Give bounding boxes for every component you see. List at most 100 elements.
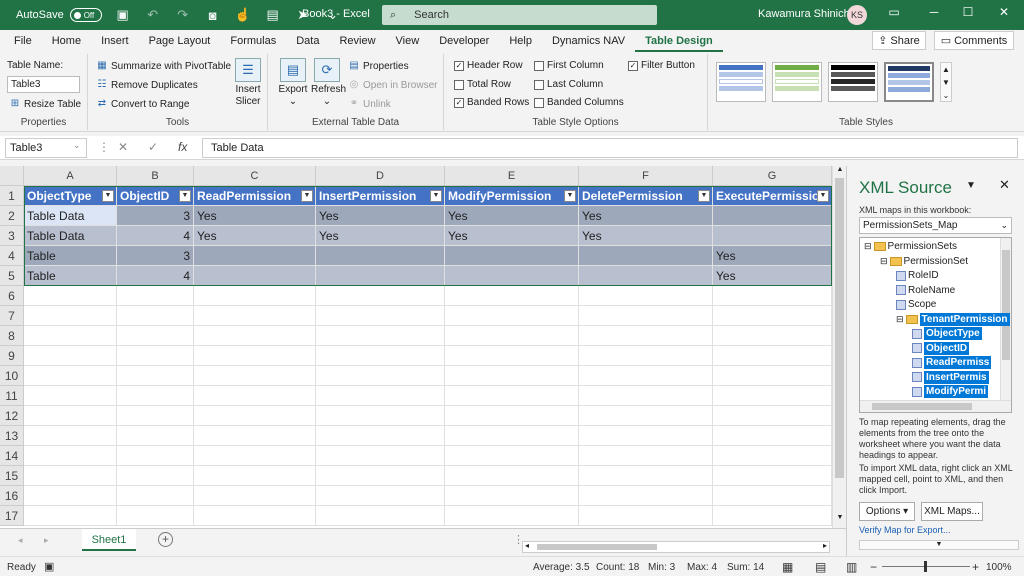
tab-file[interactable]: File [0,30,42,52]
xml-tree-node[interactable]: ⊟ PermissionSet [880,255,968,268]
refresh-button[interactable]: ⟳ Refresh ⌄ [311,58,346,108]
filter-dropdown-icon[interactable]: ▼ [698,190,710,202]
empty-cell[interactable] [117,446,194,466]
horizontal-scrollbar[interactable]: ◂ ▸ [522,541,830,553]
last-column-checkbox[interactable]: Last Column [534,79,603,90]
table-header-cell[interactable]: ObjectType ▼ [24,186,117,206]
zoom-level[interactable]: 100% [986,562,1012,573]
collapse-icon[interactable]: ⊟ [880,255,888,268]
table-header-cell[interactable]: ExecutePermission ▼ [713,186,832,206]
filter-dropdown-icon[interactable]: ▼ [102,190,114,202]
empty-cell[interactable] [117,346,194,366]
macro-record-icon[interactable]: ▣ [44,560,54,573]
tab-home[interactable]: Home [42,30,91,52]
table-cell[interactable] [316,246,445,266]
table-cell[interactable] [316,266,445,286]
tree-hscroll-thumb[interactable] [872,403,972,410]
comments-button[interactable]: ▭ Comments [934,31,1014,50]
empty-cell[interactable] [24,426,117,446]
empty-cell[interactable] [194,306,316,326]
formula-input[interactable]: Table Data [202,138,1018,158]
empty-cell[interactable] [316,346,445,366]
unlink-button[interactable]: ⚭ Unlink [348,98,391,110]
empty-cell[interactable] [579,346,713,366]
vertical-scroll-thumb[interactable] [835,178,844,478]
empty-cell[interactable] [117,506,194,526]
empty-cell[interactable] [194,346,316,366]
row-header[interactable]: 16 [0,486,24,506]
empty-cell[interactable] [445,486,579,506]
row-header[interactable]: 9 [0,346,24,366]
empty-cell[interactable] [24,326,117,346]
empty-cell[interactable] [24,366,117,386]
empty-cell[interactable] [24,466,117,486]
name-box-dropdown-icon[interactable]: ⌄ [73,140,81,151]
empty-cell[interactable] [194,446,316,466]
total-row-checkbox[interactable]: Total Row [454,79,511,90]
banded-columns-checkbox[interactable]: Banded Columns [534,97,624,108]
xml-tree-node[interactable]: RoleID [896,269,939,282]
empty-cell[interactable] [445,306,579,326]
row-header[interactable]: 15 [0,466,24,486]
function-icon[interactable]: fx [178,140,187,154]
share-button[interactable]: ⇪ Share [872,31,926,50]
column-header[interactable]: E [445,166,579,186]
zoom-in-icon[interactable]: + [972,560,979,574]
resize-table-button[interactable]: ⊞ Resize Table [9,98,81,110]
empty-cell[interactable] [713,386,832,406]
table-style-thumb-4[interactable] [884,62,934,102]
first-column-checkbox[interactable]: First Column [534,60,604,71]
xml-map-select[interactable]: PermissionSets_Map ⌄ [859,217,1012,234]
table-header-cell[interactable]: InsertPermission ▼ [316,186,445,206]
filter-dropdown-icon[interactable]: ▼ [301,190,313,202]
empty-cell[interactable] [316,386,445,406]
collapse-icon[interactable]: ⊟ [864,240,872,253]
xml-maps-button[interactable]: XML Maps... [921,502,983,521]
empty-cell[interactable] [445,446,579,466]
filter-dropdown-icon[interactable]: ▼ [430,190,442,202]
zoom-slider-thumb[interactable] [924,561,927,572]
empty-cell[interactable] [713,286,832,306]
column-header[interactable]: G [713,166,832,186]
empty-cell[interactable] [579,486,713,506]
table-header-cell[interactable]: DeletePermission ▼ [579,186,713,206]
vertical-scrollbar[interactable]: ▲ ▼ [832,166,846,528]
select-all-corner[interactable] [0,166,24,186]
empty-cell[interactable] [713,426,832,446]
row-header[interactable]: 12 [0,406,24,426]
empty-cell[interactable] [445,506,579,526]
minimize-icon[interactable]: ─ [924,5,944,19]
table-cell[interactable] [579,246,713,266]
xml-tree-node[interactable]: ModifyPermi [912,385,989,398]
table-header-cell[interactable]: ObjectID ▼ [117,186,194,206]
table-cell[interactable]: Yes [194,206,316,226]
empty-cell[interactable] [445,466,579,486]
empty-cell[interactable] [194,366,316,386]
table-cell[interactable]: Yes [445,206,579,226]
empty-cell[interactable] [194,426,316,446]
tab-data[interactable]: Data [286,30,329,52]
row-header[interactable]: 11 [0,386,24,406]
prev-sheet-icon[interactable]: ◂ [18,535,23,546]
pane-options-icon[interactable]: ▼ [966,180,976,191]
table-cell[interactable]: Yes [445,226,579,246]
filter-dropdown-icon[interactable]: ▼ [564,190,576,202]
row-header[interactable]: 17 [0,506,24,526]
empty-cell[interactable] [24,286,117,306]
sheet-tab-sheet1[interactable]: Sheet1 [82,529,136,551]
filter-dropdown-icon[interactable]: ▼ [817,190,829,202]
empty-cell[interactable] [445,346,579,366]
filter-button-checkbox[interactable]: ✓ Filter Button [628,60,695,71]
collapse-icon[interactable]: ⊟ [896,313,904,326]
close-icon[interactable]: ✕ [994,5,1014,19]
insert-slicer-button[interactable]: ☰ Insert Slicer [232,58,264,108]
customize-icon[interactable]: ▤ [264,7,282,23]
empty-cell[interactable] [316,506,445,526]
tab-help[interactable]: Help [499,30,542,52]
empty-cell[interactable] [579,286,713,306]
table-cell[interactable]: Yes [316,206,445,226]
table-cell[interactable] [445,246,579,266]
table-cell[interactable]: Table [24,266,117,286]
empty-cell[interactable] [194,386,316,406]
empty-cell[interactable] [316,406,445,426]
